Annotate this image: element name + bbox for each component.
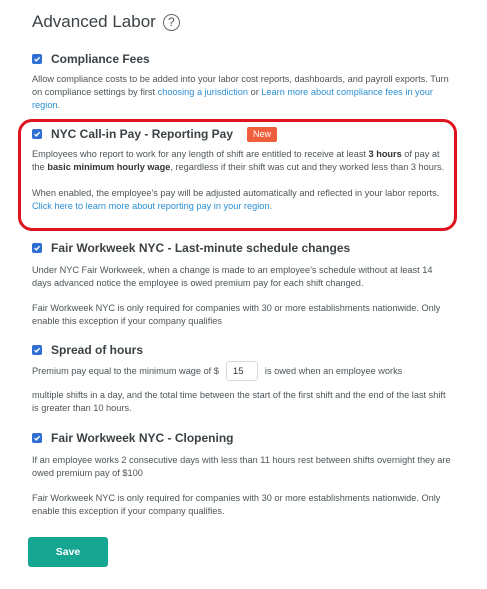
advanced-labor-page: Advanced Labor ? Compliance Fees Allow c…	[0, 0, 487, 589]
clopening-checkbox[interactable]	[32, 433, 42, 443]
compliance-fees-header: Compliance Fees	[32, 51, 452, 67]
learn-reporting-pay-link[interactable]: Click here to learn more about reporting…	[32, 201, 272, 211]
check-icon	[34, 131, 41, 137]
new-badge: New	[247, 126, 278, 142]
clopening-section: Fair Workweek NYC - Clopening If an empl…	[32, 430, 452, 518]
save-button[interactable]: Save	[28, 537, 108, 567]
compliance-fees-section: Compliance Fees Allow compliance costs t…	[32, 51, 452, 112]
last-minute-paragraph-2: Fair Workweek NYC is only required for c…	[32, 303, 441, 326]
reporting-pay-text: , regardless if their shift was cut and …	[170, 162, 445, 172]
check-icon	[34, 56, 41, 62]
compliance-desc-2c: .	[57, 100, 61, 110]
spread-wage-row: Premium pay equal to the minimum wage of…	[32, 361, 452, 381]
last-minute-section: Fair Workweek NYC - Last-minute schedule…	[32, 240, 452, 328]
minimum-wage-input[interactable]	[225, 361, 258, 381]
clopening-paragraph-1: If an employee works 2 consecutive days …	[32, 455, 451, 478]
reporting-pay-checkbox[interactable]	[32, 129, 42, 139]
reporting-pay-text: Employees who report to work for any len…	[32, 149, 369, 159]
compliance-fees-checkbox[interactable]	[32, 54, 42, 64]
compliance-desc-2b: or	[248, 87, 262, 97]
last-minute-checkbox[interactable]	[32, 243, 42, 253]
clopening-header: Fair Workweek NYC - Clopening	[32, 430, 452, 446]
reporting-pay-paragraph-2: When enabled, the employee's pay will be…	[32, 187, 452, 213]
clopening-title: Fair Workweek NYC - Clopening	[51, 431, 234, 445]
clopening-paragraph-2: Fair Workweek NYC is only required for c…	[32, 493, 441, 516]
compliance-desc-1: Allow compliance costs to be added into …	[32, 74, 428, 84]
reporting-pay-paragraph-1: Employees who report to work for any len…	[32, 148, 452, 174]
title-row: Advanced Labor ?	[32, 12, 180, 32]
spread-text-after: is owed when an employee works	[264, 366, 403, 376]
reporting-pay-header: NYC Call-in Pay - Reporting Pay New	[32, 126, 452, 142]
last-minute-header: Fair Workweek NYC - Last-minute schedule…	[32, 240, 452, 256]
check-icon	[34, 347, 41, 353]
last-minute-title: Fair Workweek NYC - Last-minute schedule…	[51, 241, 351, 255]
reporting-pay-bold-hours: 3 hours	[368, 149, 402, 159]
last-minute-paragraph-1: Under NYC Fair Workweek, when a change i…	[32, 265, 433, 288]
help-icon[interactable]: ?	[162, 13, 180, 31]
check-icon	[34, 245, 41, 251]
spread-text-before: Premium pay equal to the minimum wage of…	[32, 366, 219, 376]
reporting-pay-text: When enabled, the employee's pay will be…	[32, 188, 440, 198]
spread-paragraph-2: multiple shifts in a day, and the total …	[32, 390, 446, 413]
check-icon	[34, 435, 41, 441]
spread-of-hours-header: Spread of hours	[32, 342, 452, 358]
compliance-fees-title: Compliance Fees	[51, 52, 150, 66]
reporting-pay-bold-wage: basic minimum hourly wage	[47, 162, 171, 172]
spread-of-hours-checkbox[interactable]	[32, 345, 42, 355]
reporting-pay-title: NYC Call-in Pay - Reporting Pay	[51, 127, 234, 141]
choose-jurisdiction-link[interactable]: choosing a jurisdiction	[158, 87, 248, 97]
compliance-fees-description: Allow compliance costs to be added into …	[32, 73, 452, 112]
spread-of-hours-title: Spread of hours	[51, 343, 144, 357]
page-title: Advanced Labor	[32, 12, 156, 31]
spread-of-hours-section: Spread of hours Premium pay equal to the…	[32, 342, 452, 415]
reporting-pay-section: NYC Call-in Pay - Reporting Pay New Empl…	[32, 126, 452, 213]
